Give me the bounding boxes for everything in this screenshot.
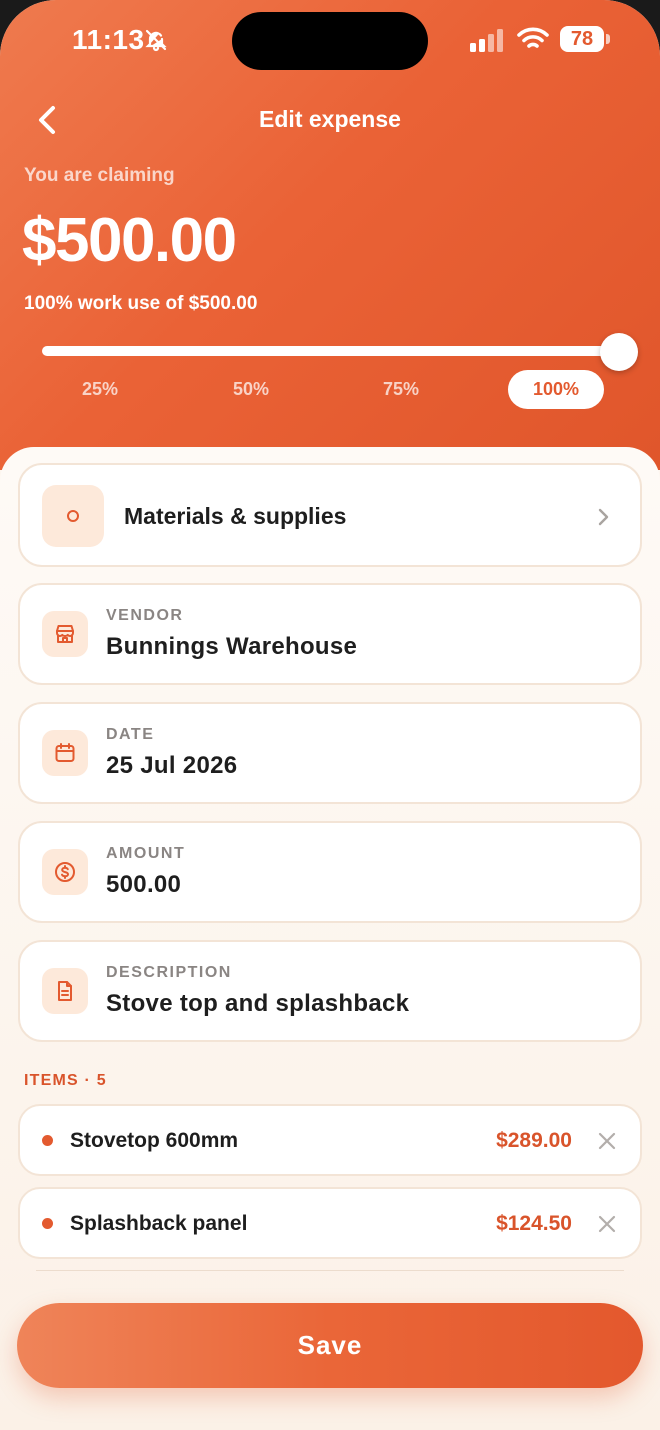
description-icon-box [42, 968, 88, 1014]
vendor-value: Bunnings Warehouse [106, 633, 358, 660]
work-use-slider-thumb[interactable] [600, 333, 638, 371]
vendor-icon-box [42, 611, 88, 657]
date-field[interactable]: DATE 25 Jul 2026 [18, 702, 642, 804]
document-icon [58, 981, 72, 1001]
category-icon-box [42, 485, 104, 547]
date-icon-box [42, 730, 88, 776]
category-label: Materials & supplies [124, 503, 347, 529]
status-time: 11:13 [72, 24, 145, 55]
description-field[interactable]: DESCRIPTION Stove top and splashback [18, 940, 642, 1042]
calendar-icon [55, 743, 75, 762]
claiming-label: You are claiming [24, 165, 175, 186]
vendor-field[interactable]: VENDOR Bunnings Warehouse [18, 583, 642, 685]
battery-indicator: 78 [560, 26, 610, 52]
preset-75[interactable]: 75% [353, 370, 449, 409]
bullet-dot [42, 1135, 53, 1146]
bell-muted-icon [145, 29, 167, 52]
dynamic-island [232, 12, 428, 70]
dollar-circle-icon [55, 862, 75, 882]
battery-tip [606, 34, 610, 44]
wifi-icon [517, 27, 549, 48]
circle-icon [67, 510, 79, 522]
line-item[interactable]: Stovetop 600mm $289.00 [18, 1104, 642, 1176]
vendor-label: VENDOR [106, 607, 184, 624]
store-icon [56, 625, 74, 643]
line-item-name: Splashback panel [70, 1212, 248, 1235]
amount-icon-box [42, 849, 88, 895]
preset-100[interactable]: 100% [508, 370, 604, 409]
amount-value: 500.00 [106, 871, 182, 898]
line-item-name: Stovetop 600mm [70, 1129, 239, 1152]
remove-item-icon[interactable] [596, 1130, 618, 1152]
list-divider [36, 1270, 624, 1271]
remove-item-icon[interactable] [596, 1213, 618, 1235]
preset-50[interactable]: 50% [203, 370, 299, 409]
description-label: DESCRIPTION [106, 964, 232, 981]
battery-level: 78 [560, 26, 604, 52]
line-item-price: $124.50 [496, 1212, 572, 1235]
line-item-price: $289.00 [496, 1129, 572, 1152]
header: 11:13 78 Edit expense You are claiming $… [0, 0, 660, 470]
description-value: Stove top and splashback [106, 990, 410, 1017]
line-item[interactable]: Splashback panel $124.50 [18, 1187, 642, 1259]
claim-amount: $500.00 [22, 206, 237, 275]
items-header: ITEMS · 5 [24, 1072, 107, 1089]
category-selector[interactable]: Materials & supplies [18, 463, 642, 567]
work-use-text: 100% work use of $500.00 [24, 293, 258, 314]
work-use-slider-track[interactable] [42, 346, 622, 356]
app-screen: 11:13 78 Edit expense You are claiming $… [0, 0, 660, 1430]
page-title: Edit expense [259, 106, 401, 132]
preset-25[interactable]: 25% [52, 370, 148, 409]
date-label: DATE [106, 726, 155, 743]
chevron-right-icon [598, 508, 609, 526]
save-button[interactable]: Save [17, 1303, 643, 1388]
date-value: 25 Jul 2026 [106, 752, 238, 779]
amount-label: AMOUNT [106, 845, 186, 862]
amount-field[interactable]: AMOUNT 500.00 [18, 821, 642, 923]
cellular-signal-icon [470, 29, 503, 52]
bullet-dot [42, 1218, 53, 1229]
